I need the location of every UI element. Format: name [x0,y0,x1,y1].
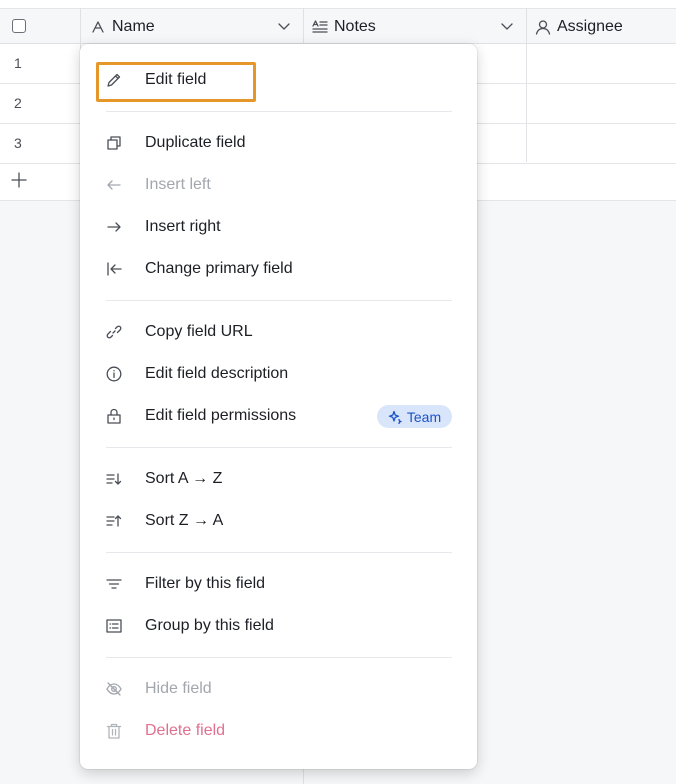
menu-item-label: Filter by this field [145,575,266,592]
column-header-notes[interactable]: Notes [312,9,526,44]
menu-item-label: Edit field description [145,365,289,382]
grid-header: Name Notes Assignee [0,8,676,44]
menu-divider [106,111,452,112]
menu-item-hide-field: Hide field [80,672,477,706]
lock-icon [106,408,122,424]
menu-item-insert-right[interactable]: Insert right [80,210,477,244]
select-all-checkbox[interactable] [12,19,26,33]
sort-ascending-icon [106,471,122,487]
menu-item-sort-asc[interactable]: Sort A → Z [80,462,477,496]
user-icon [535,19,551,35]
menu-item-label: Edit field permissions [145,407,297,424]
arrow-left-to-line-icon [106,261,122,277]
filter-icon [106,576,122,592]
column-header-label: Assignee [557,17,623,35]
arrow-left-icon [106,177,122,193]
menu-item-label: Delete field [145,722,226,739]
long-text-icon [312,19,328,35]
menu-item-insert-left: Insert left [80,168,477,202]
menu-item-filter-by-field[interactable]: Filter by this field [80,567,477,601]
row-number: 2 [14,95,22,111]
edit-field-highlight [96,62,256,102]
menu-item-label: Sort Z → A [145,512,224,529]
menu-item-change-primary-field[interactable]: Change primary field [80,252,477,286]
duplicate-icon [106,135,122,151]
column-header-label: Name [112,17,155,35]
column-header-label: Notes [334,17,376,35]
menu-item-label: Hide field [145,680,212,697]
team-plan-badge: Team [377,405,452,428]
arrow-right-icon [106,219,122,235]
eye-off-icon [106,681,122,697]
sort-descending-icon [106,513,122,529]
menu-divider [106,552,452,553]
menu-item-sort-desc[interactable]: Sort Z → A [80,504,477,538]
row-number: 1 [14,55,22,71]
menu-item-group-by-field[interactable]: Group by this field [80,609,477,643]
menu-item-label: Insert right [145,218,221,235]
menu-item-edit-field-description[interactable]: Edit field description [80,357,477,391]
menu-item-label: Insert left [145,176,211,193]
column-header-assignee[interactable]: Assignee [535,9,676,44]
group-list-icon [106,618,122,634]
trash-icon [106,723,122,739]
menu-item-label: Group by this field [145,617,274,634]
menu-divider [106,447,452,448]
chevron-down-icon[interactable] [277,19,291,33]
menu-item-duplicate-field[interactable]: Duplicate field [80,126,477,160]
info-icon [106,366,122,382]
menu-item-copy-field-url[interactable]: Copy field URL [80,315,477,349]
row-number: 3 [14,135,22,151]
chevron-down-icon[interactable] [500,19,514,33]
column-header-name[interactable]: Name [90,9,303,44]
sparkle-icon [388,410,402,424]
menu-divider [106,300,452,301]
menu-divider [106,657,452,658]
text-a-icon [90,19,106,35]
link-icon [106,324,122,340]
menu-item-label: Change primary field [145,260,293,277]
badge-label: Team [406,408,442,425]
menu-item-label: Copy field URL [145,323,253,340]
menu-item-label: Duplicate field [145,134,246,151]
field-context-menu: Edit field Duplicate field Insert left I… [80,44,477,769]
menu-item-label: Sort A → Z [145,470,223,487]
plus-icon[interactable] [10,171,28,193]
menu-item-delete-field[interactable]: Delete field [80,714,477,748]
